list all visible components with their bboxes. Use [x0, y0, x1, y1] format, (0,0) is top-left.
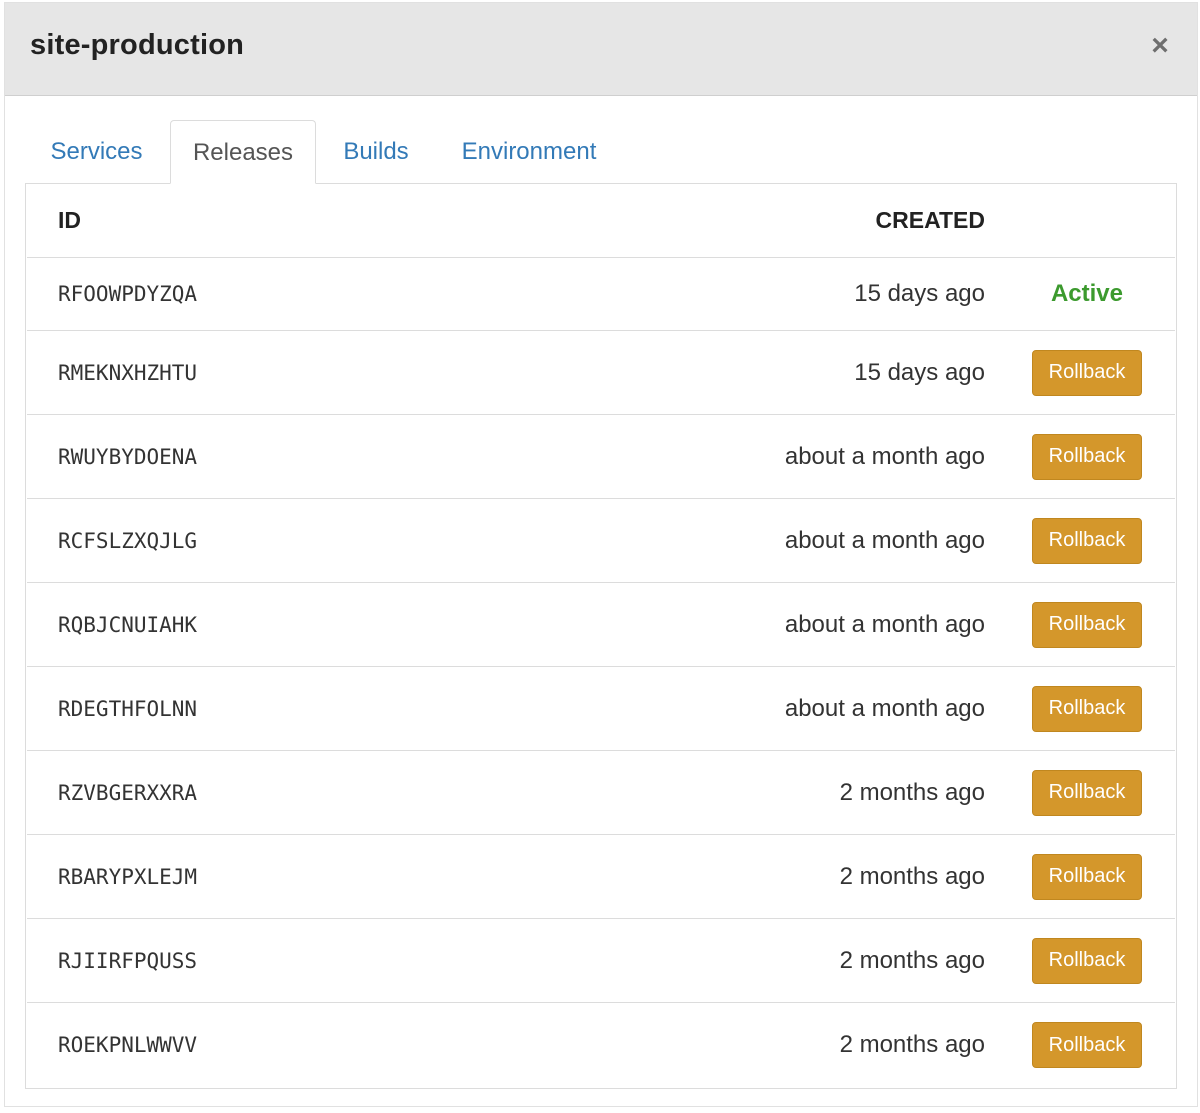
table-row: RWUYBYDOENA about a month ago Rollback: [27, 415, 1175, 499]
tab-releases[interactable]: Releases: [170, 120, 316, 184]
release-id: RJIIRFPQUSS: [58, 948, 198, 973]
rollback-button[interactable]: Rollback: [1032, 433, 1142, 480]
table-row: RDEGTHFOLNN about a month ago Rollback: [27, 667, 1175, 751]
release-created: 15 days ago: [854, 279, 985, 307]
rollback-button[interactable]: Rollback: [1032, 1022, 1142, 1068]
table-row: RZVBGERXXRA 2 months ago Rollback: [27, 751, 1175, 835]
release-created: 2 months ago: [839, 778, 985, 806]
modal-title: site-production: [30, 29, 245, 61]
table-header: ID CREATED: [27, 183, 1175, 258]
modal-header: site-production ×: [5, 3, 1197, 96]
release-created: about a month ago: [784, 694, 985, 722]
column-header-created: CREATED: [875, 207, 985, 233]
release-created: about a month ago: [784, 610, 985, 638]
release-id: RDEGTHFOLNN: [58, 696, 198, 721]
release-id: RFOOWPDYZQA: [58, 281, 198, 306]
rollback-button[interactable]: Rollback: [1032, 937, 1142, 984]
releases-table: ID CREATED RFOOWPDYZQA 15 days ago Activ…: [25, 183, 1177, 1089]
active-status-label: Active: [1050, 279, 1124, 307]
release-modal: site-production × Services Releases Buil…: [4, 2, 1198, 1107]
release-id: RBARYPXLEJM: [58, 864, 198, 889]
release-id: RWUYBYDOENA: [58, 444, 198, 469]
tab-services[interactable]: Services: [25, 120, 168, 183]
release-created: about a month ago: [784, 526, 985, 554]
table-row: RQBJCNUIAHK about a month ago Rollback: [27, 583, 1175, 667]
table-row: RBARYPXLEJM 2 months ago Rollback: [27, 835, 1175, 919]
release-id: RCFSLZXQJLG: [58, 528, 198, 553]
release-id: RMEKNXHZHTU: [58, 360, 198, 385]
release-created: 2 months ago: [839, 946, 985, 974]
column-header-id: ID: [58, 207, 81, 233]
table-row: ROEKPNLWWVV 2 months ago Rollback: [27, 1003, 1175, 1087]
release-created: about a month ago: [784, 442, 985, 470]
rollback-button[interactable]: Rollback: [1032, 769, 1142, 816]
table-row: RFOOWPDYZQA 15 days ago Active: [27, 257, 1175, 331]
release-id: ROEKPNLWWVV: [58, 1033, 198, 1057]
tab-environment[interactable]: Environment: [444, 120, 614, 183]
rollback-button[interactable]: Rollback: [1032, 517, 1142, 564]
tab-bar: Services Releases Builds Environment: [25, 120, 1177, 184]
release-id: RQBJCNUIAHK: [58, 612, 198, 637]
rollback-button[interactable]: Rollback: [1032, 601, 1142, 648]
table-row: RCFSLZXQJLG about a month ago Rollback: [27, 499, 1175, 583]
rollback-button[interactable]: Rollback: [1032, 349, 1142, 396]
tab-builds[interactable]: Builds: [326, 120, 426, 183]
release-created: 15 days ago: [854, 358, 985, 386]
table-row: RMEKNXHZHTU 15 days ago Rollback: [27, 331, 1175, 415]
rollback-button[interactable]: Rollback: [1032, 853, 1142, 900]
release-created: 2 months ago: [839, 862, 985, 890]
table-row: RJIIRFPQUSS 2 months ago Rollback: [27, 919, 1175, 1003]
release-id: RZVBGERXXRA: [58, 780, 198, 805]
rollback-button[interactable]: Rollback: [1032, 685, 1142, 732]
release-created: 2 months ago: [839, 1031, 985, 1058]
close-icon[interactable]: ×: [1145, 29, 1175, 63]
